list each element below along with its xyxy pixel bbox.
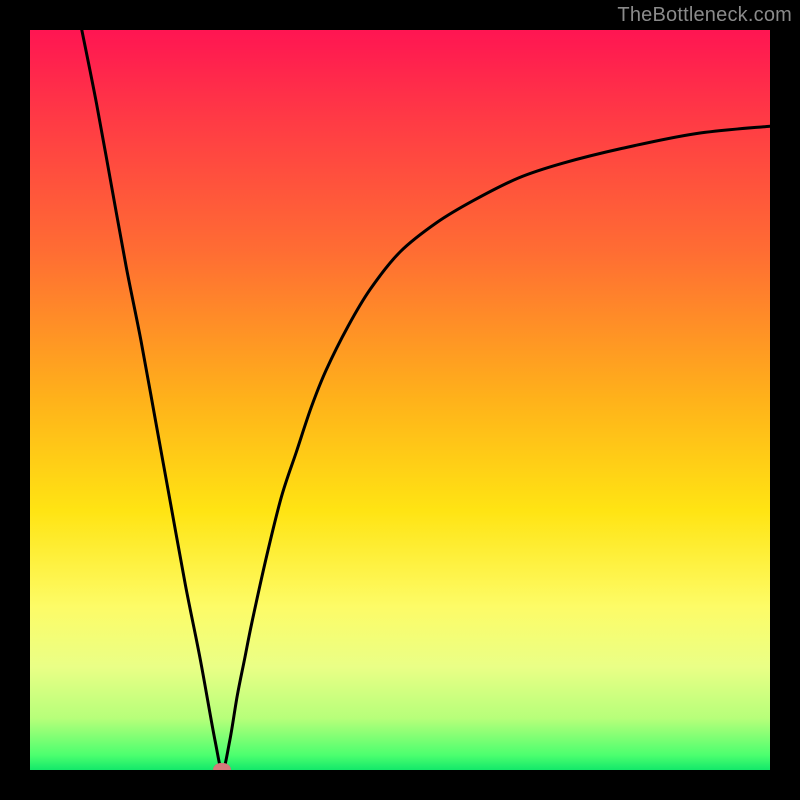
attribution-text: TheBottleneck.com — [617, 4, 792, 27]
background-gradient — [30, 30, 770, 770]
optimum-marker — [213, 763, 231, 770]
chart-frame: TheBottleneck.com — [0, 0, 800, 800]
plot-area — [30, 30, 770, 770]
